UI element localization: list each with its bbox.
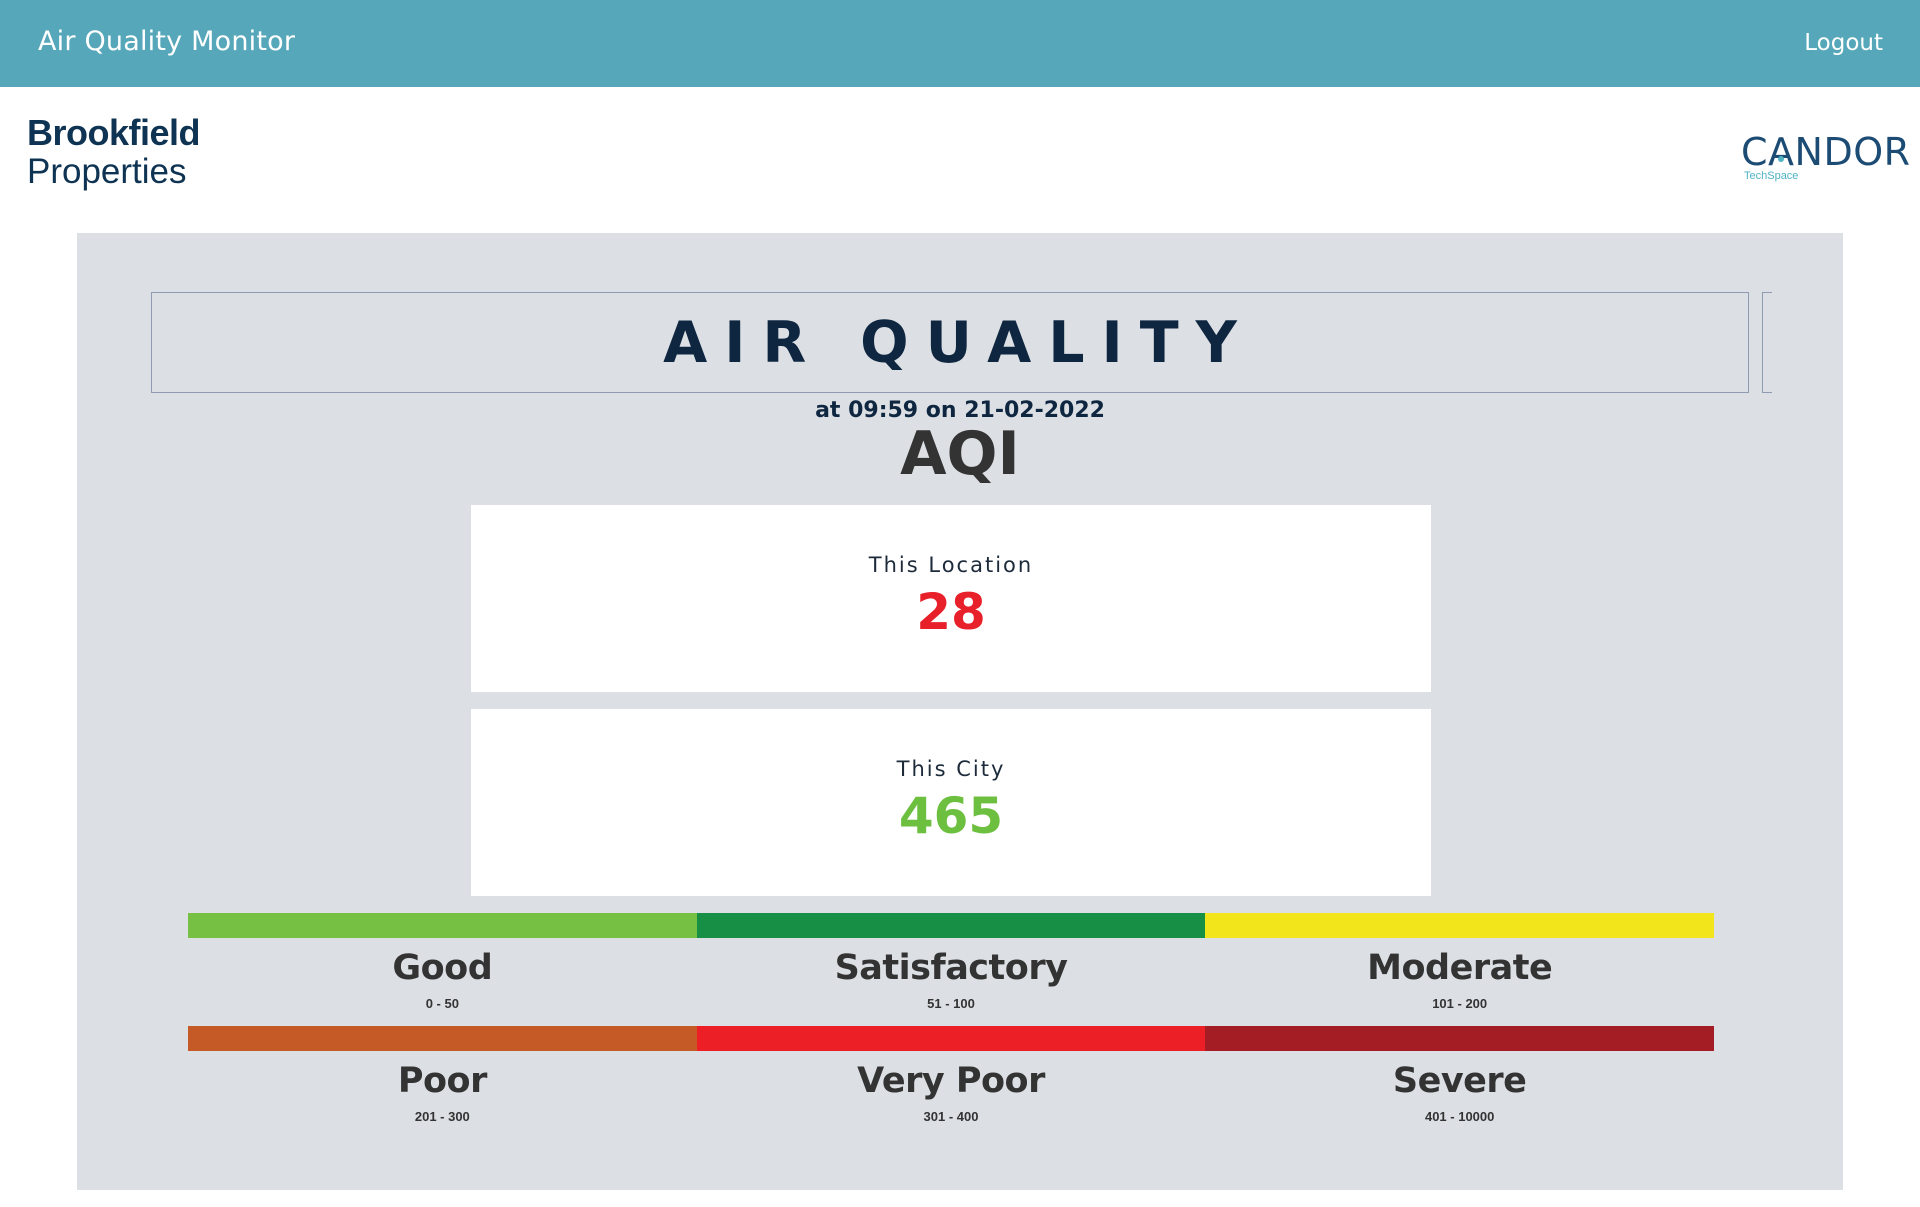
app-title[interactable]: Air Quality Monitor: [38, 26, 295, 57]
scale-name: Satisfactory: [834, 948, 1068, 988]
aqi-card-city: This City 465: [471, 709, 1431, 896]
scale-bar: [1205, 913, 1715, 938]
candor-logo-wordmark: C A NDOR: [1741, 133, 1911, 171]
air-quality-panel: AIR QUALITY at 09:59 on 21-02-2022 AQI T…: [77, 233, 1843, 1190]
scale-range: 201 - 300: [414, 1109, 470, 1124]
scale-item-satisfactory: Satisfactory 51 - 100: [696, 913, 1206, 1011]
brookfield-logo: Brookfield Properties: [27, 112, 201, 191]
aqi-card-location: This Location 28: [471, 505, 1431, 692]
scale-item-severe: Severe 401 - 10000: [1205, 1026, 1715, 1124]
brookfield-logo-line1: Brookfield: [27, 112, 201, 153]
scale-item-good: Good 0 - 50: [188, 913, 697, 1011]
aqi-card-label: This Location: [868, 553, 1034, 577]
scale-bar: [188, 913, 697, 938]
scale-item-poor: Poor 201 - 300: [188, 1026, 697, 1124]
aqi-scale-row-2: Poor 201 - 300 Very Poor 301 - 400 Sever…: [188, 1026, 1715, 1124]
aqi-scale-row-1: Good 0 - 50 Satisfactory 51 - 100 Modera…: [188, 913, 1715, 1011]
scale-range: 401 - 10000: [1424, 1109, 1495, 1124]
scale-item-very-poor: Very Poor 301 - 400: [696, 1026, 1206, 1124]
top-navbar: Air Quality Monitor Logout: [0, 0, 1920, 87]
next-slide-edge: [1762, 292, 1772, 393]
candor-logo-part1: C: [1741, 130, 1769, 174]
logout-link[interactable]: Logout: [1804, 30, 1883, 56]
aqi-card-value: 465: [898, 787, 1004, 845]
candor-logo-part2: NDOR: [1794, 130, 1911, 174]
candor-logo-accent: A: [1768, 130, 1795, 174]
scale-bar: [188, 1026, 697, 1051]
scale-name: Severe: [1392, 1061, 1527, 1101]
scale-item-moderate: Moderate 101 - 200: [1205, 913, 1715, 1011]
scale-range: 0 - 50: [425, 996, 459, 1011]
scale-bar: [696, 1026, 1206, 1051]
page-title: AIR QUALITY: [663, 309, 1254, 376]
scale-name: Poor: [397, 1061, 488, 1101]
scale-name: Good: [392, 948, 493, 988]
scale-range: 51 - 100: [927, 996, 975, 1011]
scale-range: 101 - 200: [1432, 996, 1488, 1011]
title-box: AIR QUALITY: [151, 292, 1749, 393]
brookfield-logo-line2: Properties: [27, 151, 187, 191]
aqi-card-value: 28: [916, 583, 986, 641]
scale-range: 301 - 400: [923, 1109, 979, 1124]
scale-bar: [696, 913, 1206, 938]
aqi-heading: AQI: [900, 419, 1020, 489]
scale-name: Moderate: [1367, 948, 1553, 988]
scale-name: Very Poor: [857, 1061, 1045, 1101]
candor-logo: C A NDOR TechSpace: [1741, 133, 1911, 182]
scale-bar: [1205, 1026, 1715, 1051]
aqi-card-label: This City: [896, 757, 1006, 781]
